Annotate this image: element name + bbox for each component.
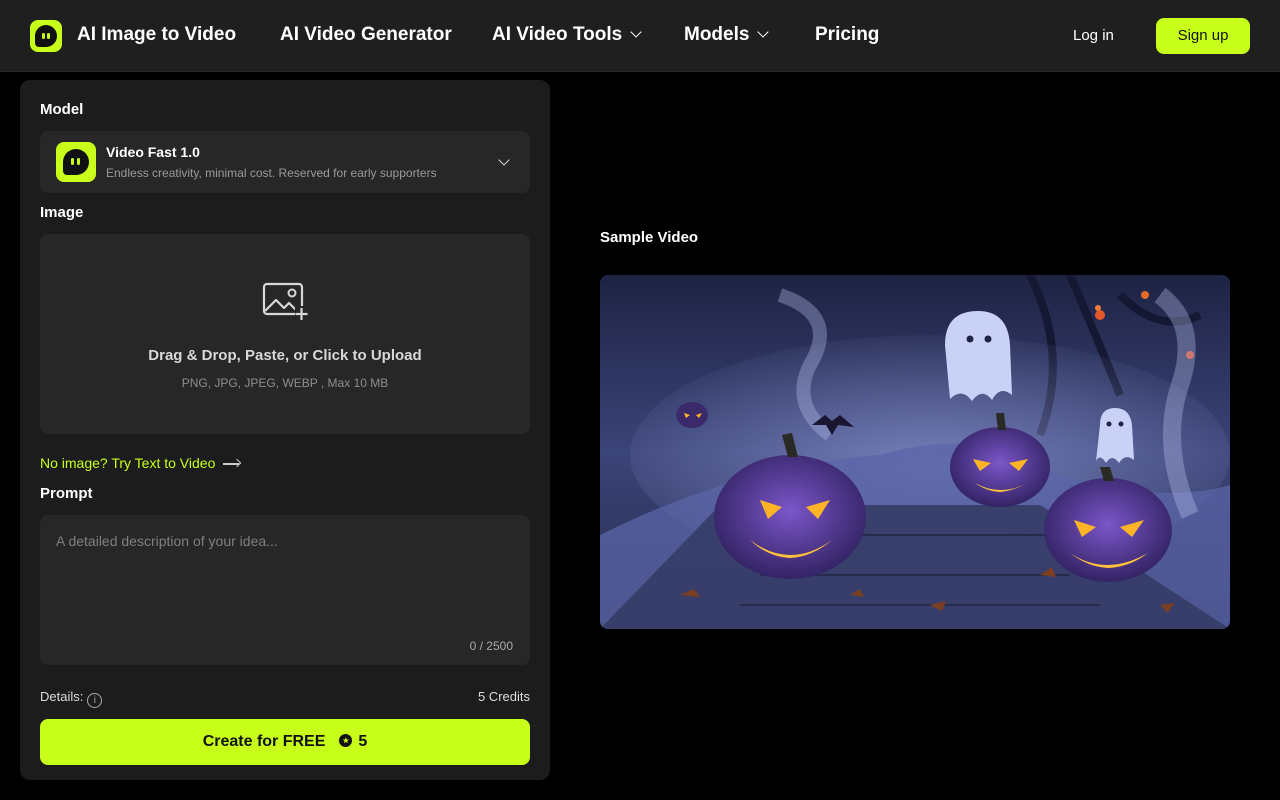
- nav-ai-video-tools[interactable]: AI Video Tools: [492, 24, 642, 46]
- nav-models[interactable]: Models: [684, 24, 770, 46]
- generator-panel: Model Video Fast 1.0 Endless creativity,…: [20, 80, 550, 780]
- model-select[interactable]: Video Fast 1.0 Endless creativity, minim…: [40, 131, 530, 193]
- model-name: Video Fast 1.0: [106, 144, 200, 160]
- model-description: Endless creativity, minimal cost. Reserv…: [106, 166, 437, 180]
- create-button-cost: 5: [358, 733, 368, 750]
- info-icon[interactable]: i: [87, 693, 103, 708]
- prompt-char-counter: 0 / 2500: [469, 639, 513, 653]
- sample-video-thumbnail: [600, 275, 1230, 629]
- brand-title[interactable]: AI Image to Video: [77, 24, 236, 46]
- nav-pricing[interactable]: Pricing: [815, 24, 879, 46]
- coin-icon: [339, 734, 353, 747]
- sample-video-label: Sample Video: [600, 229, 699, 246]
- signup-button[interactable]: Sign up: [1156, 18, 1250, 54]
- arrow-right-icon: [223, 458, 241, 468]
- nav-label: AI Video Tools: [492, 24, 623, 45]
- image-label: Image: [40, 204, 84, 221]
- model-label: Model: [40, 101, 84, 118]
- login-link[interactable]: Log in: [1073, 27, 1114, 44]
- image-add-icon: [262, 282, 308, 320]
- chevron-down-icon: [498, 154, 510, 166]
- model-logo-icon: [56, 142, 96, 182]
- try-text-to-video-link[interactable]: No image? Try Text to Video: [40, 455, 241, 471]
- image-upload-dropzone[interactable]: Drag & Drop, Paste, or Click to Upload P…: [40, 234, 530, 434]
- nav-label: Models: [684, 24, 750, 45]
- nav-ai-video-generator[interactable]: AI Video Generator: [280, 24, 452, 46]
- chevron-down-icon: [757, 26, 770, 38]
- sample-video[interactable]: [600, 275, 1230, 629]
- try-link-label: No image? Try Text to Video: [40, 455, 216, 471]
- create-button[interactable]: Create for FREE 5: [40, 719, 530, 765]
- credits-cost: 5 Credits: [477, 689, 530, 704]
- prompt-label: Prompt: [40, 485, 93, 502]
- upload-title: Drag & Drop, Paste, or Click to Upload: [148, 347, 422, 364]
- create-button-label: Create for FREE: [202, 733, 326, 750]
- details-row: Details: i: [40, 689, 103, 708]
- app-logo-icon[interactable]: [30, 20, 62, 52]
- top-header: AI Image to Video AI Video Generator AI …: [0, 0, 1280, 72]
- details-label: Details:: [40, 689, 84, 704]
- chevron-down-icon: [630, 26, 642, 38]
- upload-hint: PNG, JPG, JPEG, WEBP , Max 10 MB: [181, 376, 389, 390]
